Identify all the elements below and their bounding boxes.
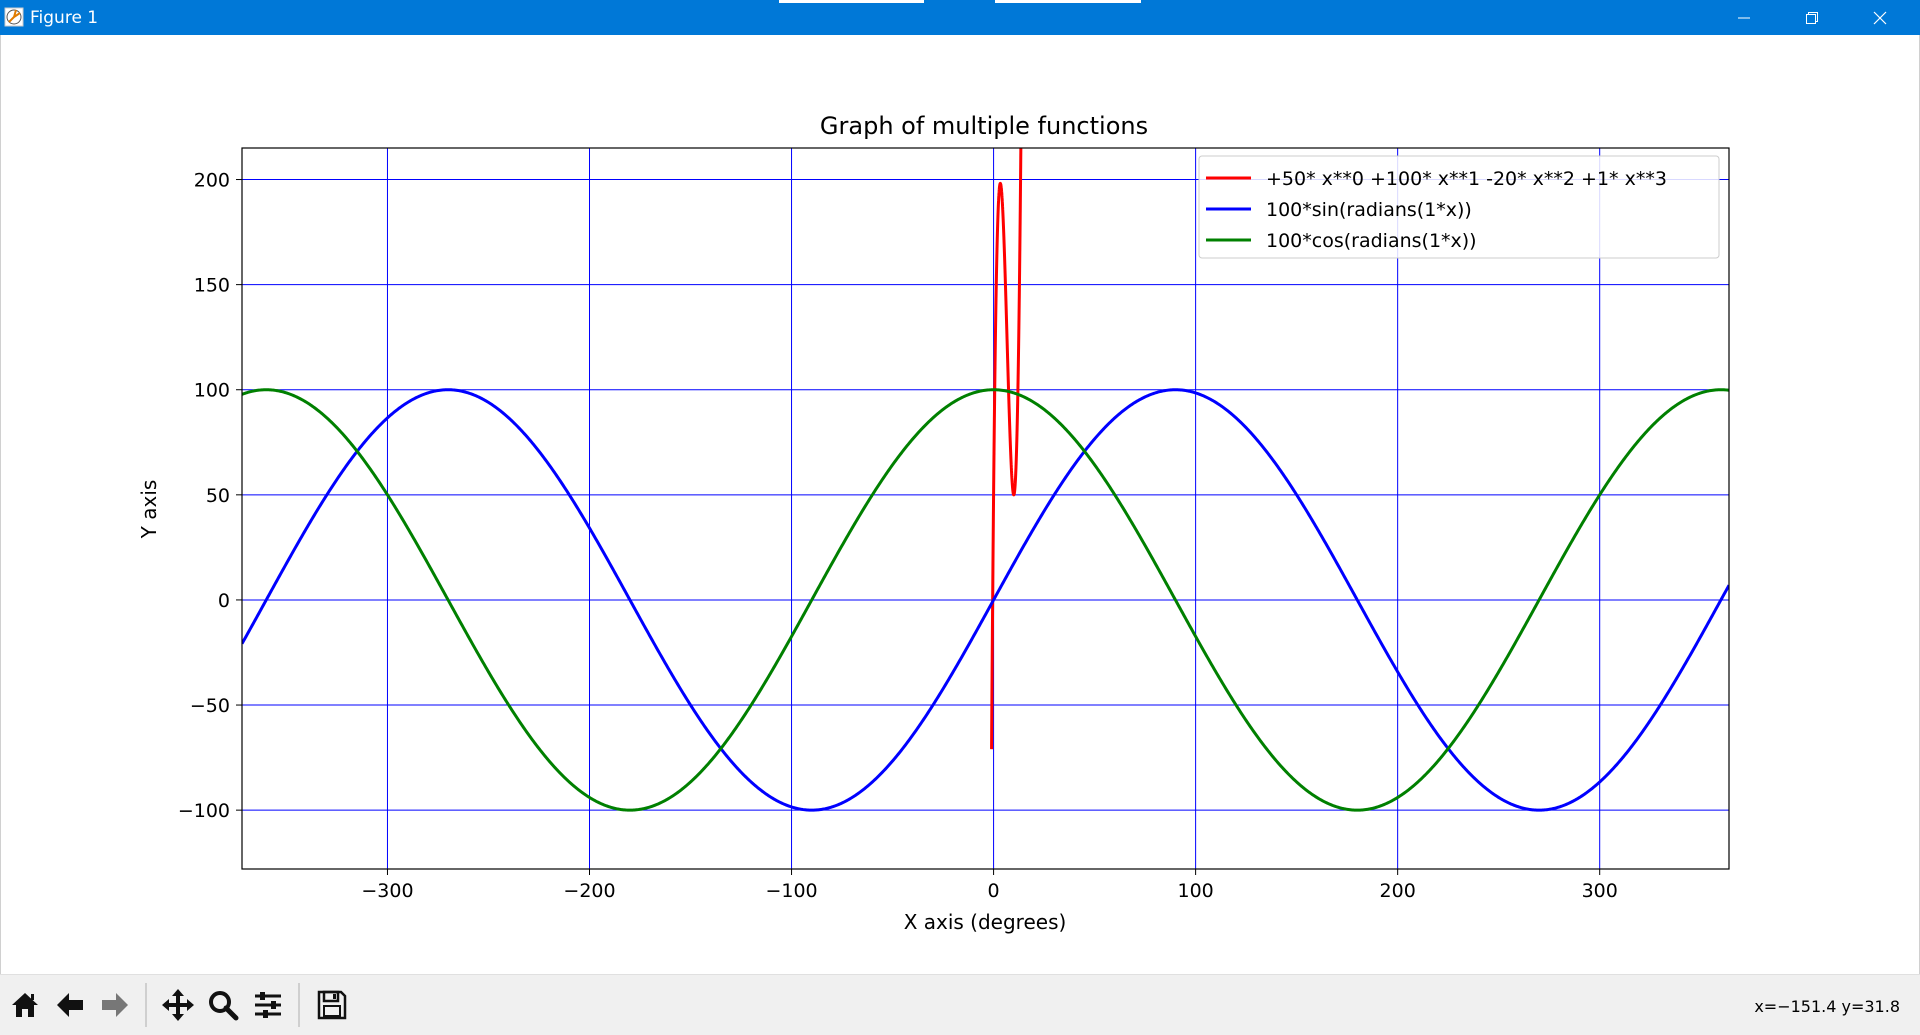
pan-button[interactable] bbox=[158, 985, 198, 1025]
window-titlebar[interactable]: Figure 1 bbox=[0, 0, 1920, 35]
y-tick-label: 0 bbox=[218, 590, 230, 612]
minimize-icon bbox=[1738, 17, 1750, 18]
cursor-coordinates: x=−151.4 y=31.8 bbox=[1754, 997, 1900, 1016]
y-tick-label: −100 bbox=[178, 800, 230, 822]
x-tick-label: 0 bbox=[988, 880, 1000, 902]
y-tick-label: 150 bbox=[194, 275, 230, 297]
forward-icon bbox=[102, 993, 128, 1017]
close-button[interactable] bbox=[1846, 0, 1914, 35]
legend-label: 100*sin(radians(1*x)) bbox=[1266, 199, 1472, 221]
x-tick-label: 100 bbox=[1177, 880, 1213, 902]
figure-canvas[interactable]: Graph of multiple functions −300 −200 −100… bbox=[0, 35, 1920, 974]
save-icon bbox=[317, 990, 347, 1020]
legend-label: 100*cos(radians(1*x)) bbox=[1266, 230, 1477, 252]
home-icon bbox=[12, 993, 38, 1017]
titlebar-tab-indicator bbox=[995, 0, 1141, 3]
zoom-icon bbox=[209, 991, 239, 1021]
pan-icon bbox=[162, 989, 194, 1021]
close-icon bbox=[1873, 11, 1887, 24]
navigation-toolbar: x=−151.4 y=31.8 bbox=[0, 974, 1920, 1035]
window-title: Figure 1 bbox=[30, 8, 99, 28]
toolbar-separator bbox=[298, 983, 300, 1027]
minimize-button[interactable] bbox=[1710, 0, 1778, 35]
configure-subplots-icon bbox=[255, 992, 281, 1018]
x-tick-label: −100 bbox=[765, 880, 817, 902]
x-axis-label: X axis (degrees) bbox=[904, 910, 1067, 934]
x-tick-label: 200 bbox=[1380, 880, 1416, 902]
y-tick-label: 200 bbox=[194, 170, 230, 192]
restore-button[interactable] bbox=[1778, 0, 1846, 35]
forward-button[interactable] bbox=[95, 985, 135, 1025]
back-icon bbox=[57, 993, 83, 1017]
x-tick-label: 300 bbox=[1582, 880, 1618, 902]
titlebar-tab-indicator bbox=[779, 0, 924, 3]
x-tick-label: −300 bbox=[361, 880, 413, 902]
legend-label: +50* x**0 +100* x**1 -20* x**2 +1* x**3 bbox=[1266, 168, 1667, 190]
chart-title: Graph of multiple functions bbox=[820, 112, 1148, 140]
y-tick-label: −50 bbox=[190, 695, 230, 717]
axis-ticks: −300 −200 −100 0 100 200 300 200 150 100 50 0 −50 −10… bbox=[178, 170, 1618, 902]
matplotlib-app-icon bbox=[4, 7, 24, 27]
back-button[interactable] bbox=[50, 985, 90, 1025]
legend: +50* x**0 +100* x**1 -20* x**2 +1* x**3 1… bbox=[1198, 155, 1720, 259]
zoom-button[interactable] bbox=[203, 985, 243, 1025]
home-button[interactable] bbox=[5, 985, 45, 1025]
x-tick-label: −200 bbox=[563, 880, 615, 902]
chart[interactable]: Graph of multiple functions −300 −200 −100… bbox=[1, 35, 1919, 974]
y-tick-label: 100 bbox=[194, 380, 230, 402]
configure-subplots-button[interactable] bbox=[248, 985, 288, 1025]
y-tick-label: 50 bbox=[206, 485, 230, 507]
y-axis-label: Y axis bbox=[137, 480, 161, 540]
toolbar-separator bbox=[145, 983, 147, 1027]
save-button[interactable] bbox=[312, 985, 352, 1025]
restore-icon bbox=[1806, 11, 1818, 24]
